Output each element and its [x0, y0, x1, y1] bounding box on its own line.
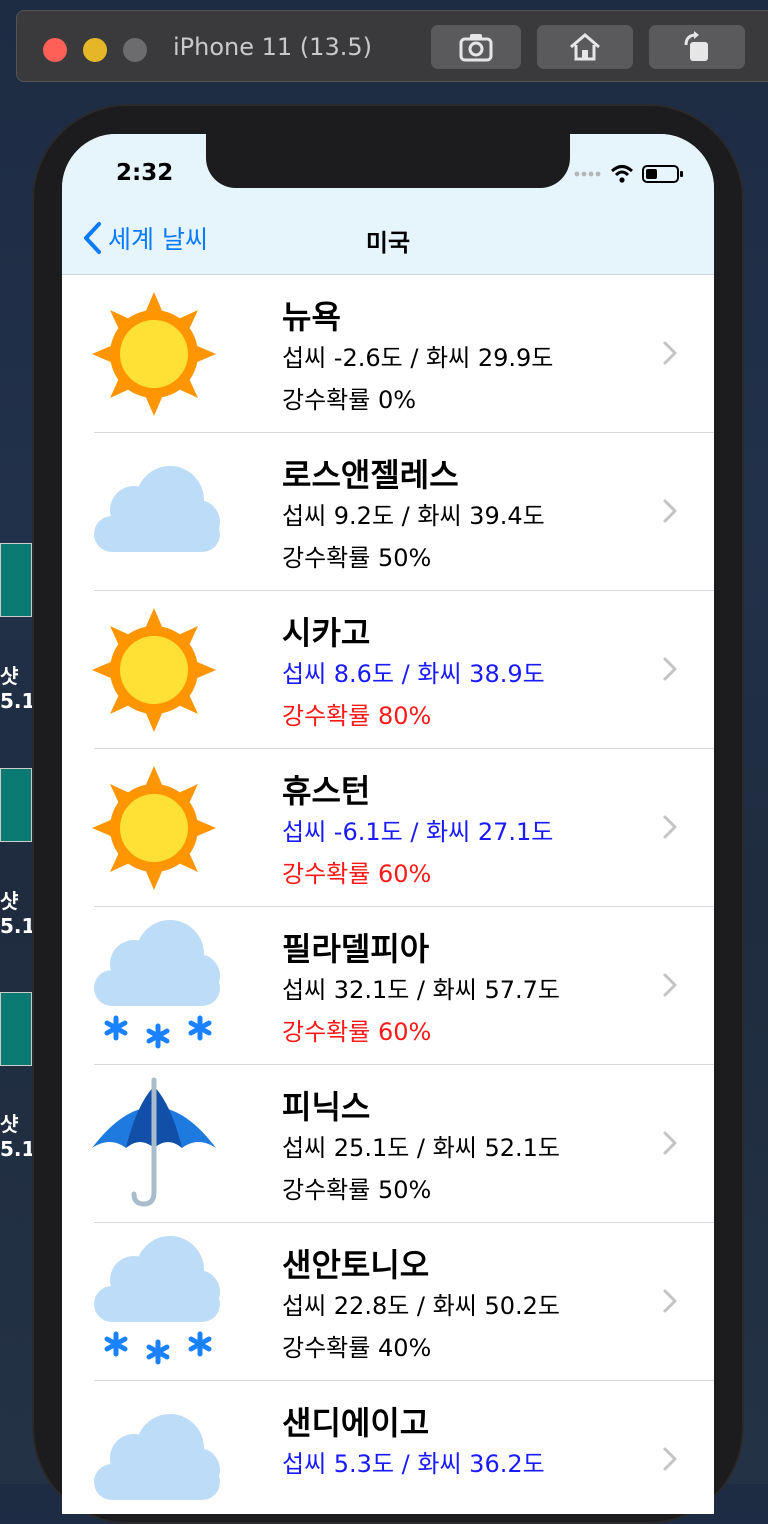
city-row[interactable]: 피닉스섭씨 25.1도 / 화씨 52.1도강수확률 50%	[62, 1064, 714, 1222]
city-row[interactable]: 시카고섭씨 8.6도 / 화씨 38.9도강수확률 80%	[62, 590, 714, 748]
wifi-icon	[610, 165, 634, 183]
city-temperature: 섭씨 25.1도 / 화씨 52.1도	[282, 1134, 560, 1162]
chevron-right-icon	[663, 1447, 677, 1471]
desktop-thumbnail	[0, 768, 32, 842]
city-name: 휴스턴	[282, 772, 371, 810]
rotate-button[interactable]	[649, 25, 745, 69]
chevron-right-icon	[663, 499, 677, 523]
chevron-right-icon	[663, 341, 677, 365]
rotate-icon	[684, 31, 708, 61]
sun-icon	[86, 760, 222, 896]
city-temperature: 섭씨 8.6도 / 화씨 38.9도	[282, 660, 545, 688]
chevron-right-icon	[663, 1131, 677, 1155]
chevron-right-icon	[663, 1289, 677, 1313]
city-rain-probability: 강수확률 60%	[282, 1018, 432, 1046]
status-icons	[574, 164, 684, 184]
notch	[206, 134, 570, 188]
umbrella-icon	[86, 1076, 222, 1212]
cloud-icon	[86, 1392, 222, 1514]
city-temperature: 섭씨 5.3도 / 화씨 36.2도	[282, 1450, 545, 1478]
city-row[interactable]: 뉴욕섭씨 -2.6도 / 화씨 29.9도강수확률 0%	[62, 274, 714, 432]
city-rain-probability: 강수확률 80%	[282, 702, 432, 730]
snow-icon	[86, 918, 222, 1054]
cloud-icon	[86, 444, 222, 580]
close-window-button[interactable]	[43, 38, 67, 62]
desktop-thumbnail	[0, 992, 32, 1066]
chevron-right-icon	[663, 973, 677, 997]
city-row[interactable]: 휴스턴섭씨 -6.1도 / 화씨 27.1도강수확률 60%	[62, 748, 714, 906]
city-rain-probability: 강수확률 60%	[282, 860, 432, 888]
city-name: 샌디에이고	[282, 1404, 430, 1442]
sun-icon	[86, 286, 222, 422]
city-row[interactable]: 로스앤젤레스섭씨 9.2도 / 화씨 39.4도강수확률 50%	[62, 432, 714, 590]
city-rain-probability: 강수확률 50%	[282, 544, 432, 572]
home-button[interactable]	[537, 25, 633, 69]
city-row[interactable]: 샌안토니오섭씨 22.8도 / 화씨 50.2도강수확률 40%	[62, 1222, 714, 1380]
city-name: 필라델피아	[282, 930, 430, 968]
city-row[interactable]: 필라델피아섭씨 32.1도 / 화씨 57.7도강수확률 60%	[62, 906, 714, 1064]
simulator-title-bar: iPhone 11 (13.5)	[16, 10, 768, 82]
page-title: 미국	[365, 229, 411, 257]
camera-icon	[459, 34, 493, 62]
city-temperature: 섭씨 -6.1도 / 화씨 27.1도	[282, 818, 554, 846]
desktop-label: 샷 5.1	[0, 664, 36, 713]
desktop-label: 샷 5.1	[0, 889, 36, 938]
screenshot-button[interactable]	[431, 25, 521, 69]
city-temperature: 섭씨 22.8도 / 화씨 50.2도	[282, 1292, 560, 1320]
battery-icon	[642, 165, 683, 183]
city-name: 시카고	[282, 614, 371, 652]
city-temperature: 섭씨 -2.6도 / 화씨 29.9도	[282, 344, 554, 372]
city-name: 뉴욕	[282, 298, 341, 336]
city-rain-probability: 강수확률 40%	[282, 1334, 432, 1362]
minimize-window-button[interactable]	[83, 38, 107, 62]
chevron-right-icon	[663, 815, 677, 839]
city-name: 샌안토니오	[282, 1246, 430, 1284]
city-rain-probability: 강수확률 50%	[282, 1176, 432, 1204]
snow-icon	[86, 1234, 222, 1370]
simulator-title: iPhone 11 (13.5)	[173, 33, 372, 61]
phone-screen: 2:32 세계 날씨 미국 뉴욕 섭씨 -2.6도 / 화씨 29.9도 강수확…	[62, 134, 714, 1514]
zoom-window-button[interactable]	[123, 38, 147, 62]
city-temperature: 섭씨 9.2도 / 화씨 39.4도	[282, 502, 545, 530]
city-row[interactable]: 샌디에이고섭씨 5.3도 / 화씨 36.2도	[62, 1380, 714, 1514]
desktop-label: 샷 5.1	[0, 1112, 36, 1161]
signal-dots-icon	[574, 171, 601, 177]
home-icon	[570, 33, 600, 61]
sun-icon	[86, 602, 222, 738]
desktop-thumbnail	[0, 543, 32, 617]
chevron-right-icon	[663, 657, 677, 681]
status-time: 2:32	[116, 160, 174, 186]
city-temperature: 섭씨 32.1도 / 화씨 57.7도	[282, 976, 560, 1004]
city-name: 피닉스	[282, 1088, 371, 1126]
city-name: 로스앤젤레스	[282, 456, 459, 494]
city-rain-probability: 강수확률 0%	[282, 386, 417, 414]
